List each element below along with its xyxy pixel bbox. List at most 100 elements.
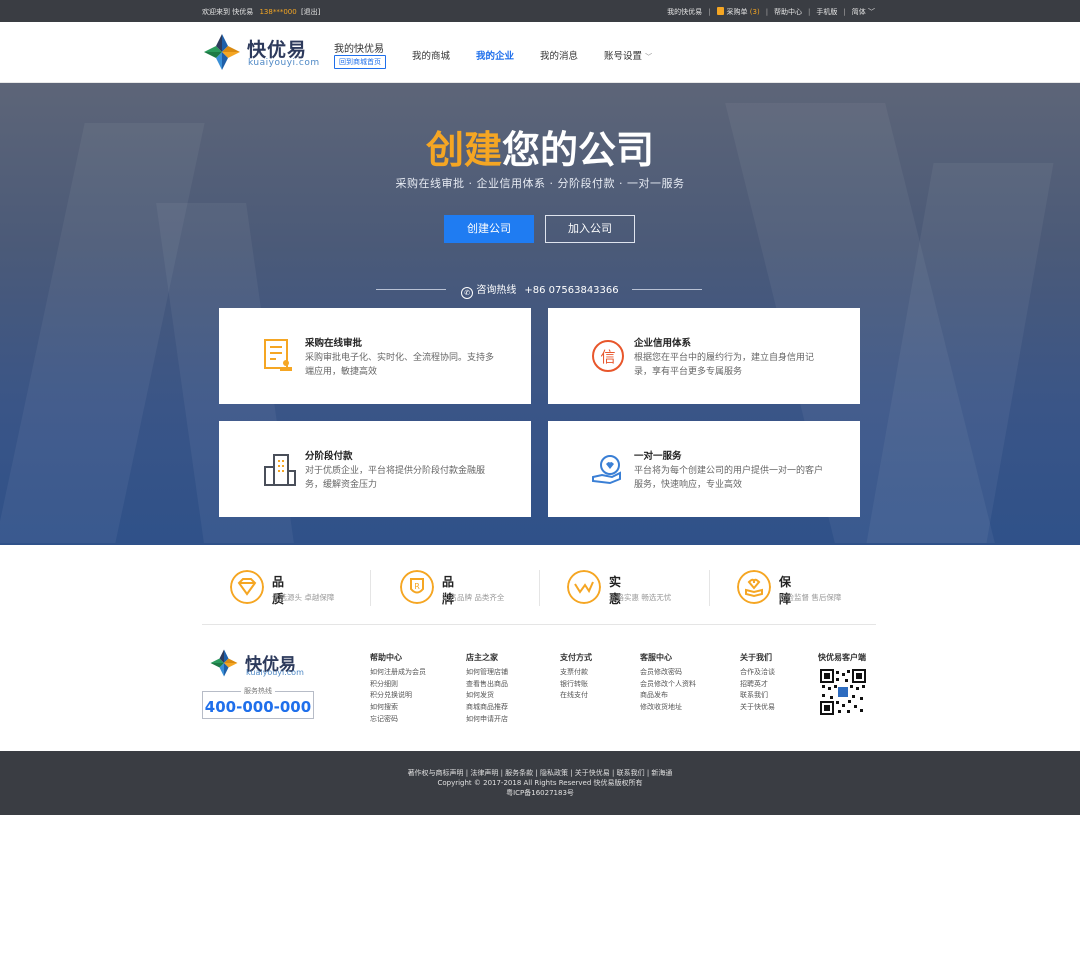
- hero-title-rest: 您的公司: [502, 128, 655, 172]
- language-select[interactable]: 简体 ﹀: [852, 7, 875, 17]
- user-phone: 138***000: [259, 8, 297, 16]
- card-desc: 根据您在平台中的履约行为，建立自身信用记录，享有平台更多专属服务: [634, 353, 815, 377]
- hero-banner: 创建您的公司 采购在线审批 · 企业信用体系 · 分阶段付款 · 一对一服务 创…: [0, 83, 1080, 545]
- nav-my-company[interactable]: 我的企业: [476, 48, 514, 62]
- nav-account-label: 账号设置: [604, 51, 643, 62]
- column-heading: 店主之家: [466, 653, 498, 662]
- footer-link[interactable]: 积分细则: [370, 679, 426, 691]
- footer-link[interactable]: 会员修改个人资料: [640, 679, 696, 691]
- mobile-link[interactable]: 手机版: [816, 7, 837, 17]
- nav-my-messages[interactable]: 我的消息: [540, 48, 578, 62]
- footer-link[interactable]: 修改收货地址: [640, 702, 696, 714]
- footer-column-help: 帮助中心 如何注册成为会员 积分细则 积分兑换说明 如何搜索 忘记密码: [370, 652, 426, 726]
- footer-column-service: 客服中心 会员修改密码 会员修改个人资料 商品发布 修改收货地址: [640, 652, 696, 714]
- hotline-label: 咨询热线: [476, 285, 517, 296]
- nav-account-settings[interactable]: 账号设置 ﹀: [604, 48, 652, 62]
- cart-icon: [716, 7, 724, 15]
- divider: |: [708, 8, 711, 16]
- footer-link[interactable]: 在线支付: [560, 690, 592, 702]
- divider: |: [808, 8, 811, 16]
- footer-link[interactable]: 联系我们: [740, 690, 775, 702]
- chevron-down-icon: ﹀: [868, 8, 875, 16]
- footer-link[interactable]: 积分兑换说明: [370, 690, 426, 702]
- service-hotline-box: 服务热线 400-000-000: [202, 686, 314, 719]
- footer-link[interactable]: 会员修改密码: [640, 667, 696, 679]
- hero-title: 创建您的公司: [0, 119, 1080, 174]
- brand-shield-icon: R: [400, 570, 434, 604]
- footer-link[interactable]: 支票付款: [560, 667, 592, 679]
- create-company-button[interactable]: 创建公司: [444, 215, 534, 243]
- card-title: 一对一服务: [634, 451, 682, 462]
- divider: [202, 624, 876, 625]
- document-approval-icon: [264, 339, 292, 371]
- footer-link[interactable]: 商城商品推荐: [466, 702, 508, 714]
- section-title: 我的快优易: [334, 44, 384, 55]
- hotline: ✆ 咨询热线 +86 07563843366: [0, 281, 1080, 299]
- footer-link[interactable]: 如何搜索: [370, 702, 426, 714]
- logo-pinyin: kuaiyouyi.com: [246, 668, 304, 677]
- svg-text:R: R: [414, 582, 420, 591]
- footer-column-payment: 支付方式 支票付款 银行转账 在线支付: [560, 652, 592, 702]
- cart-count: (3): [749, 8, 760, 16]
- footer-link[interactable]: 如何管理店铺: [466, 667, 508, 679]
- heart-hand-icon: [737, 570, 771, 604]
- divider: |: [765, 8, 769, 16]
- divider: [370, 570, 371, 606]
- top-links: 我的快优易 | 采购单 (3) | 帮助中心 | 手机版 | 简体 ﹀: [667, 7, 875, 17]
- footer-column-seller: 店主之家 如何管理店铺 查看售出商品 如何发货 商城商品推荐 如何申请开店: [466, 652, 508, 726]
- footer-link[interactable]: 招聘英才: [740, 679, 775, 691]
- footer-link[interactable]: 如何申请开店: [466, 714, 508, 726]
- divider: |: [843, 8, 846, 16]
- column-heading: 帮助中心: [370, 653, 402, 662]
- feature-card[interactable]: 采购在线审批 采购审批电子化、实时化、全流程协同。支持多端应用，敏捷高效: [219, 308, 531, 404]
- footer-link[interactable]: 关于快优易: [740, 702, 775, 714]
- footer-link[interactable]: 忘记密码: [370, 714, 426, 726]
- footer-logo[interactable]: 快优易 kuaiyouyi.com: [209, 648, 319, 680]
- card-desc: 平台将为每个创建公司的用户提供一对一的客户服务，快速响应，专业高效: [634, 466, 824, 490]
- site-logo[interactable]: 快优易 kuaiyouyi.com: [202, 32, 327, 72]
- language-label: 简体: [851, 8, 866, 16]
- nav-my-mall[interactable]: 我的商城: [412, 48, 450, 62]
- hero-title-highlight: 创建: [425, 128, 502, 172]
- feature-desc: 价格实惠 畅选无忧: [609, 593, 672, 602]
- footer-link[interactable]: 查看售出商品: [466, 679, 508, 691]
- logo-pinwheel-icon: [204, 34, 240, 70]
- divider: [539, 570, 540, 606]
- feature-card[interactable]: 一对一服务 平台将为每个创建公司的用户提供一对一的客户服务，快速响应，专业高效: [548, 421, 860, 517]
- phone-icon: ✆: [461, 287, 474, 299]
- cart-link[interactable]: 采购单 (3): [716, 7, 760, 17]
- footer-link[interactable]: 如何发货: [466, 690, 508, 702]
- help-link[interactable]: 帮助中心: [774, 7, 802, 17]
- footer-bottom-bar: 著作权与商标声明 | 法律声明 | 服务条款 | 隐私政策 | 关于快优易 | …: [0, 751, 1080, 815]
- price-wave-icon: [567, 570, 601, 604]
- column-heading: 关于我们: [740, 653, 772, 662]
- footer-links[interactable]: 著作权与商标声明 | 法律声明 | 服务条款 | 隐私政策 | 关于快优易 | …: [0, 768, 1080, 778]
- logo-pinyin: kuaiyouyi.com: [248, 58, 320, 68]
- icp-number: 粤ICP备16027183号: [506, 789, 574, 797]
- logout-link[interactable]: [退出]: [301, 8, 320, 16]
- feature-desc: 质检监督 售后保障: [779, 593, 842, 602]
- footer-link[interactable]: 合作及洽谈: [740, 667, 775, 679]
- back-to-mall-button[interactable]: 回到商城首页: [334, 55, 386, 69]
- feature-card[interactable]: 信 企业信用体系 根据您在平台中的履约行为，建立自身信用记录，享有平台更多专属服…: [548, 308, 860, 404]
- footer-link[interactable]: 如何注册成为会员: [370, 667, 426, 679]
- main-nav: 我的商城 我的企业 我的消息 账号设置 ﹀: [412, 48, 652, 62]
- my-account-link[interactable]: 我的快优易: [667, 7, 702, 17]
- feature-card[interactable]: 分阶段付款 对于优质企业，平台将提供分阶段付款金融服务，缓解资金压力: [219, 421, 531, 517]
- hero-subtitle: 采购在线审批 · 企业信用体系 · 分阶段付款 · 一对一服务: [395, 177, 685, 190]
- join-company-button[interactable]: 加入公司: [545, 215, 635, 243]
- welcome-area: 欢迎来到 快优易 138***000 [退出]: [202, 7, 320, 17]
- feature-desc: 优选源头 卓越保障: [272, 593, 335, 602]
- qr-code-icon[interactable]: [820, 669, 866, 715]
- hotline-number: +86 07563843366: [524, 285, 619, 296]
- footer-link[interactable]: 银行转账: [560, 679, 592, 691]
- column-heading: 支付方式: [560, 653, 592, 662]
- cart-label: 采购单: [726, 8, 748, 16]
- service-label: 服务热线: [241, 686, 275, 696]
- service-tel: 400-000-000: [204, 698, 312, 716]
- credit-seal-icon: 信: [592, 340, 624, 372]
- card-desc: 对于优质企业，平台将提供分阶段付款金融服务，缓解资金压力: [305, 466, 486, 490]
- logo-pinwheel-icon: [210, 649, 238, 677]
- footer-link[interactable]: 商品发布: [640, 690, 696, 702]
- footer-column-about: 关于我们 合作及洽谈 招聘英才 联系我们 关于快优易: [740, 652, 775, 714]
